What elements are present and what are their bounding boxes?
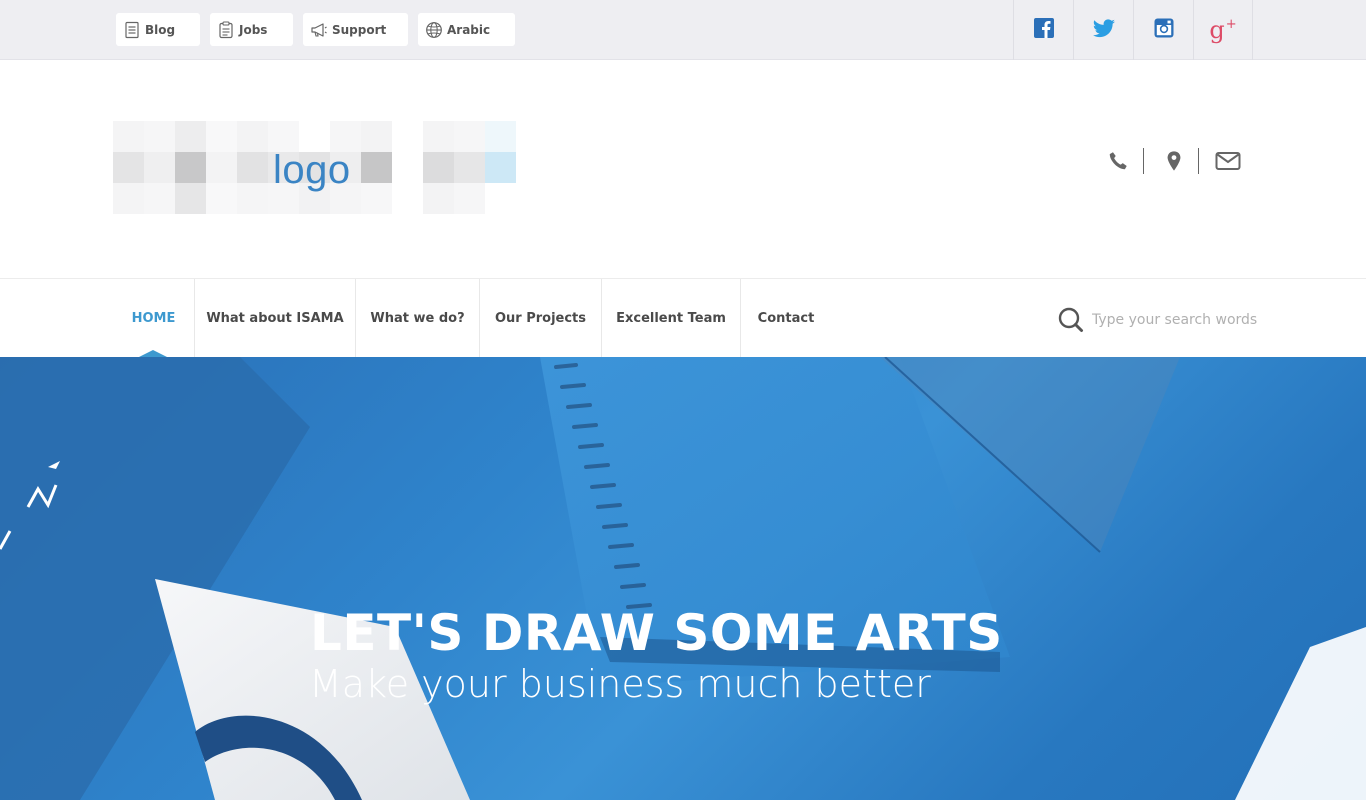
logo-pixel (206, 183, 237, 214)
search-input[interactable] (1092, 307, 1272, 333)
envelope-icon[interactable] (1214, 149, 1242, 173)
logo-pixel (423, 121, 454, 152)
logo-pixel (237, 121, 268, 152)
support-label: Support (332, 22, 387, 37)
nav-item-home[interactable]: HOME (113, 279, 195, 357)
logo-pixel (361, 121, 392, 152)
google-plus-icon: g+ (1209, 18, 1236, 42)
document-icon (122, 20, 142, 40)
contact-separator (1198, 148, 1199, 174)
logo-pixel (237, 183, 268, 214)
logo-pixel (237, 152, 268, 183)
logo-pixel (485, 152, 516, 183)
contact-separator (1143, 148, 1144, 174)
search-icon[interactable] (1057, 306, 1085, 334)
site-header: logo (0, 60, 1366, 279)
logo-pixel (175, 152, 206, 183)
nav-item-contact[interactable]: Contact (741, 279, 831, 357)
nav-item-what-about-isama[interactable]: What about ISAMA (195, 279, 356, 357)
clipboard-icon (216, 20, 236, 40)
logo-pixel (392, 183, 423, 214)
google-plus-plus: + (1225, 17, 1237, 32)
nav-item-excellent-team[interactable]: Excellent Team (602, 279, 741, 357)
google-plus-link[interactable]: g+ (1193, 0, 1253, 60)
logo-text[interactable]: logo (273, 148, 351, 193)
google-plus-g: g (1209, 16, 1225, 44)
active-nav-indicator (139, 350, 167, 357)
logo-pixel (361, 183, 392, 214)
logo-pixel (454, 152, 485, 183)
instagram-icon (1152, 16, 1176, 44)
support-link[interactable]: Support (303, 13, 408, 46)
blog-link[interactable]: Blog (116, 13, 200, 46)
logo-pixel (454, 183, 485, 214)
nav-item-what-we-do[interactable]: What we do? (356, 279, 480, 357)
logo-pixel (392, 152, 423, 183)
logo-pixel (144, 152, 175, 183)
logo-pixel (485, 183, 516, 214)
logo-pixel (392, 121, 423, 152)
nav-item-our-projects[interactable]: Our Projects (480, 279, 602, 357)
twitter-icon (1092, 16, 1116, 44)
phone-icon[interactable] (1106, 149, 1130, 173)
hero-subtitle: Make your business much better (309, 662, 931, 706)
logo-pixel (423, 152, 454, 183)
logo-pixel (175, 183, 206, 214)
jobs-label: Jobs (239, 22, 268, 37)
logo-pixel (423, 183, 454, 214)
logo-pixel (144, 183, 175, 214)
arabic-language-link[interactable]: Arabic (418, 13, 515, 46)
logo-pixel (206, 152, 237, 183)
hero-title: LET'S DRAW SOME ARTS (310, 604, 1003, 662)
logo-pixel (113, 121, 144, 152)
arabic-label: Arabic (447, 22, 491, 37)
jobs-link[interactable]: Jobs (210, 13, 293, 46)
logo-pixel (485, 121, 516, 152)
logo-pixel (206, 121, 237, 152)
logo-pixel (454, 121, 485, 152)
logo-pixel (175, 121, 206, 152)
logo-pixel (144, 121, 175, 152)
facebook-icon (1032, 16, 1056, 44)
top-utility-bar: Blog Jobs Support Arabic g+ (0, 0, 1366, 60)
hero-background-art (0, 357, 1366, 800)
logo-pixel (361, 152, 392, 183)
megaphone-icon (309, 20, 329, 40)
instagram-link[interactable] (1133, 0, 1193, 60)
blog-label: Blog (145, 22, 176, 37)
globe-icon (424, 20, 444, 40)
logo-pixel (113, 183, 144, 214)
twitter-link[interactable] (1073, 0, 1133, 60)
hero-banner: LET'S DRAW SOME ARTS Make your business … (0, 357, 1366, 800)
facebook-link[interactable] (1013, 0, 1073, 60)
logo-pixel (113, 152, 144, 183)
map-marker-icon[interactable] (1162, 149, 1186, 173)
